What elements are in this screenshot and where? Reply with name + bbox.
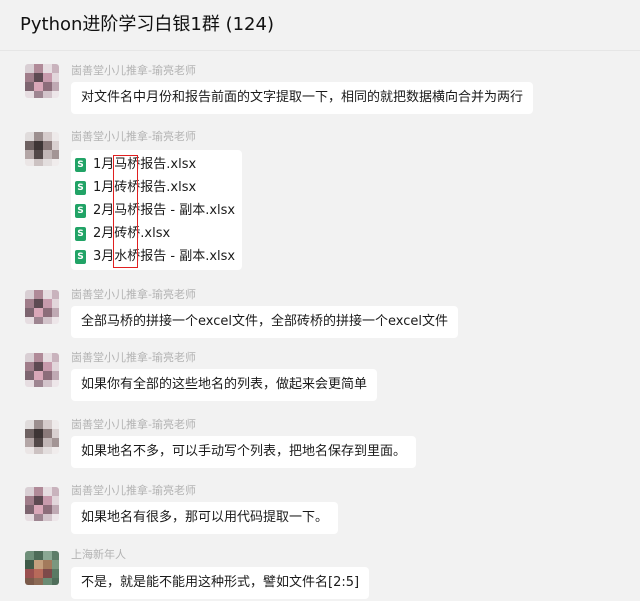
sender-name: 崮善堂小儿推拿-瑜亮老师 bbox=[71, 288, 196, 301]
excel-file-icon: S bbox=[75, 227, 86, 241]
file-name: 1月砖桥报告.xlsx bbox=[93, 180, 197, 195]
avatar[interactable] bbox=[25, 353, 59, 387]
file-item: S 3月水桥报告 - 副本.xlsx bbox=[71, 247, 242, 267]
excel-file-icon: S bbox=[75, 250, 86, 264]
message-bubble[interactable]: 如果地名不多，可以手动写个列表，把地名保存到里面。 bbox=[71, 436, 417, 468]
red-highlight-box bbox=[113, 155, 138, 268]
chat-title: Python进阶学习白银1群 (124) bbox=[20, 14, 274, 35]
excel-file-icon: S bbox=[75, 204, 86, 218]
file-item: S 2月马桥报告 - 副本.xlsx bbox=[71, 201, 242, 221]
file-name: 1月马桥报告.xlsx bbox=[93, 157, 197, 172]
sender-name: 崮善堂小儿推拿-瑜亮老师 bbox=[71, 64, 196, 77]
message-bubble[interactable]: 对文件名中月份和报告前面的文字提取一下，相同的就把数据横向合并为两行 bbox=[71, 82, 534, 114]
file-list-image[interactable]: S 1月马桥报告.xlsx S 1月砖桥报告.xlsx S 2月马桥报告 - 副… bbox=[71, 150, 242, 270]
message-bubble[interactable]: 全部马桥的拼接一个excel文件，全部砖桥的拼接一个excel文件 bbox=[71, 306, 458, 338]
message-bubble[interactable]: 不是，就是能不能用这种形式，譬如文件名[2:5] bbox=[71, 567, 370, 599]
avatar[interactable] bbox=[25, 132, 59, 166]
avatar[interactable] bbox=[25, 64, 59, 98]
sender-name: 崮善堂小儿推拿-瑜亮老师 bbox=[71, 484, 196, 497]
file-item: S 1月马桥报告.xlsx bbox=[71, 155, 242, 175]
sender-name: 崮善堂小儿推拿-瑜亮老师 bbox=[71, 351, 196, 364]
file-item: S 2月砖桥.xlsx bbox=[71, 224, 242, 244]
message-bubble[interactable]: 如果地名有很多，那可以用代码提取一下。 bbox=[71, 502, 339, 534]
message-bubble[interactable]: 如果你有全部的这些地名的列表，做起来会更简单 bbox=[71, 369, 378, 401]
sender-name: 崮善堂小儿推拿-瑜亮老师 bbox=[71, 418, 196, 431]
avatar[interactable] bbox=[25, 420, 59, 454]
excel-file-icon: S bbox=[75, 181, 86, 195]
file-item: S 1月砖桥报告.xlsx bbox=[71, 178, 242, 198]
excel-file-icon: S bbox=[75, 158, 86, 172]
avatar[interactable] bbox=[25, 551, 59, 585]
avatar[interactable] bbox=[25, 290, 59, 324]
sender-name: 上海新年人 bbox=[71, 548, 126, 561]
avatar[interactable] bbox=[25, 487, 59, 521]
chat-header: Python进阶学习白银1群 (124) bbox=[0, 0, 640, 51]
sender-name: 崮善堂小儿推拿-瑜亮老师 bbox=[71, 130, 196, 143]
